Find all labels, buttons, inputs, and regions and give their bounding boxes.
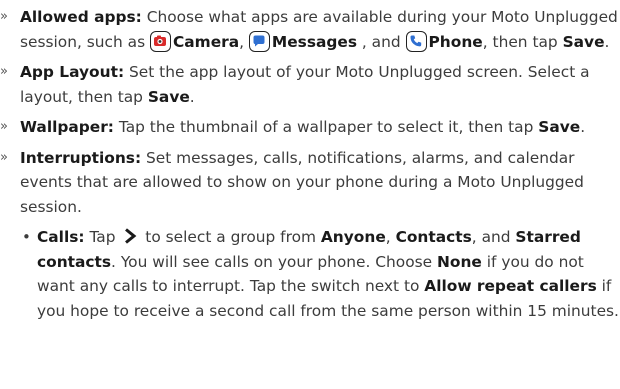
item-text: , then tap — [482, 32, 563, 51]
document-page: » Allowed apps: Choose what apps are ava… — [0, 0, 620, 323]
list-item-wallpaper: » Wallpaper: Tap the thumbnail of a wall… — [0, 115, 620, 140]
period: . — [189, 87, 195, 106]
save-keyword: Save — [538, 118, 581, 136]
separator: , and — [471, 228, 516, 246]
item-text: Tap the thumbnail of a wallpaper to sele… — [113, 118, 539, 136]
sub-text: . You will see calls on your phone. Choo… — [111, 252, 437, 271]
period: . — [580, 118, 586, 136]
save-keyword: Save — [147, 87, 190, 106]
list-item-app-layout: » App Layout: Set the app layout of your… — [0, 60, 620, 109]
sub-item-calls: • Calls: Tap to select a group from Anyo… — [0, 225, 620, 323]
separator: , and — [357, 32, 406, 51]
option-none: None — [437, 252, 482, 271]
bullet-dot: • — [22, 228, 31, 246]
allow-repeat-callers-label: Allow repeat callers — [424, 277, 597, 295]
option-anyone: Anyone — [320, 228, 386, 246]
sub-item-title: Calls: — [37, 228, 85, 246]
chevron-right-icon — [125, 228, 137, 244]
item-title: Interruptions: — [20, 148, 142, 167]
list-item-interruptions: » Interruptions: Set messages, calls, no… — [0, 146, 620, 220]
messages-icon — [248, 30, 270, 52]
separator: , — [239, 32, 249, 51]
list-marker: » — [0, 119, 8, 134]
camera-icon — [149, 30, 171, 52]
app-name-messages: Messages — [271, 32, 357, 51]
save-keyword: Save — [562, 32, 605, 51]
item-title: Wallpaper: — [20, 118, 114, 136]
item-title: Allowed apps: — [20, 8, 142, 26]
sub-text: to select a group from — [140, 228, 321, 246]
separator: , — [385, 228, 396, 246]
phone-icon — [405, 30, 427, 52]
app-name-camera: Camera — [172, 32, 240, 51]
list-item-allowed-apps: » Allowed apps: Choose what apps are ava… — [0, 5, 620, 54]
period: . — [604, 32, 610, 51]
list-marker: » — [0, 9, 8, 24]
item-title: App Layout: — [20, 63, 125, 81]
list-marker: » — [0, 64, 8, 79]
sub-text: Tap — [84, 228, 121, 246]
option-contacts: Contacts — [395, 228, 472, 246]
list-marker: » — [0, 149, 8, 165]
app-name-phone: Phone — [428, 32, 483, 51]
